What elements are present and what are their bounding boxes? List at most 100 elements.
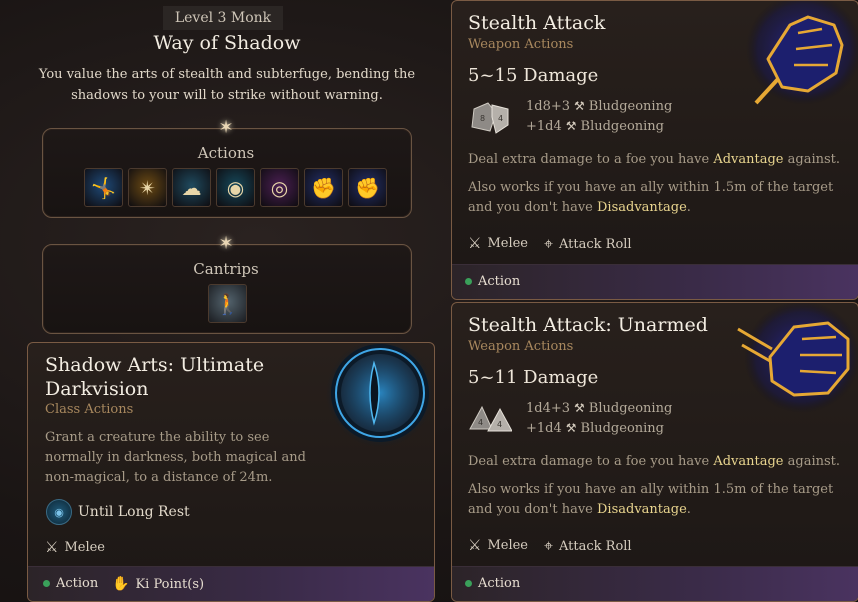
stealth-attack-unarmed-desc-2: Also works if you have an ally within 1.… xyxy=(468,480,848,520)
stealth-attack-unarmed-desc-1: Deal extra damage to a foe you have Adva… xyxy=(468,452,848,472)
subclass-description: You value the arts of stealth and subter… xyxy=(38,67,416,103)
stealth-attack-subtitle: Weapon Actions xyxy=(468,37,574,52)
dice-line: 1d4+3 ⚒ Bludgeoning xyxy=(526,398,672,418)
desc-text: . xyxy=(686,200,691,215)
range-label: Melee xyxy=(64,539,106,555)
shadow-arts-description: Grant a creature the ability to see norm… xyxy=(45,430,306,485)
shadow-arts-footer: Action ✋ Ki Point(s) xyxy=(28,566,434,601)
subclass-title: Way of Shadow xyxy=(153,32,301,54)
range-row: ⚔ Melee xyxy=(468,536,528,554)
duration-label: Until Long Rest xyxy=(78,504,190,520)
bludgeoning-icon: ⚒ xyxy=(565,421,577,435)
action-dot-icon xyxy=(465,278,472,285)
long-rest-icon: ◉ xyxy=(46,499,72,525)
stealth-attack-desc-2: Also works if you have an ally within 1.… xyxy=(468,178,848,218)
crosshair-icon: ⌖ xyxy=(544,536,554,555)
pass-without-trace-icon[interactable]: ◎ xyxy=(260,168,299,207)
action-cost: Action xyxy=(465,576,520,591)
dice-line: 1d8+3 ⚒ Bludgeoning xyxy=(526,96,672,116)
shadow-arts-tooltip: Shadow Arts: Ultimate Darkvision Class A… xyxy=(27,342,435,602)
stealth-attack-unarmed-subtitle: Weapon Actions xyxy=(468,339,574,354)
damage-type: Bludgeoning xyxy=(588,98,673,114)
shadow-arts-subtitle: Class Actions xyxy=(45,402,134,417)
roll-label: Attack Roll xyxy=(559,538,632,554)
action-cost: Action xyxy=(43,576,98,591)
level-badge: Level 3 Monk xyxy=(163,6,283,30)
shadow-step-icon[interactable]: 🤸 xyxy=(84,168,123,207)
stealth-attack-unarmed-icon[interactable]: ✊ xyxy=(348,168,387,207)
action-cost: Action xyxy=(465,274,520,289)
desc-text: against. xyxy=(783,454,840,469)
bludgeoning-icon: ⚒ xyxy=(574,401,585,415)
stealth-attack-icon[interactable]: ✊ xyxy=(304,168,343,207)
stealth-attack-footer: Action xyxy=(452,264,858,299)
star-divider-icon: ✶ xyxy=(218,117,234,138)
action-label: Action xyxy=(56,576,99,591)
roll-row: ⌖ Attack Roll xyxy=(544,234,632,254)
dice-icon: 8 4 xyxy=(471,102,509,134)
dice-formula: 1d4+3 xyxy=(526,400,571,416)
crosshair-icon: ⌖ xyxy=(544,234,554,253)
bludgeoning-icon: ⚒ xyxy=(565,119,577,133)
roll-row: ⌖ Attack Roll xyxy=(544,536,632,556)
dice-formula: +1d4 xyxy=(526,118,562,134)
ki-label: Ki Point(s) xyxy=(135,576,205,592)
desc-text: Deal extra damage to a foe you have xyxy=(468,454,714,469)
action-dot-icon xyxy=(465,580,472,587)
stealth-attack-unarmed-footer: Action xyxy=(452,566,858,601)
advantage-keyword[interactable]: Advantage xyxy=(713,152,783,167)
minor-illusion-icon[interactable]: 🚶 xyxy=(208,284,247,323)
disadvantage-keyword[interactable]: Disadvantage xyxy=(597,502,687,517)
action-label: Action xyxy=(478,576,521,591)
svg-text:4: 4 xyxy=(478,418,483,427)
actions-icon-row: 🤸 ✴ ☁ ◉ ◎ ✊ ✊ xyxy=(84,168,387,207)
cantrips-label: Cantrips xyxy=(193,260,259,278)
bludgeoning-icon: ⚒ xyxy=(574,99,585,113)
fist-icon xyxy=(746,1,858,105)
range-row: ⚔ Melee xyxy=(45,538,105,556)
range-label: Melee xyxy=(487,235,529,251)
actions-label: Actions xyxy=(197,144,255,162)
shadow-arts-title: Shadow Arts: Ultimate Darkvision xyxy=(45,354,265,400)
ki-cost: ✋ Ki Point(s) xyxy=(112,576,204,592)
damage-type: Bludgeoning xyxy=(588,400,673,416)
dice-line: +1d4 ⚒ Bludgeoning xyxy=(526,418,672,438)
dice-list: 1d8+3 ⚒ Bludgeoning +1d4 ⚒ Bludgeoning xyxy=(526,96,672,136)
stealth-attack-tooltip: Stealth Attack Weapon Actions 5~15 Damag… xyxy=(451,0,858,300)
svg-text:4: 4 xyxy=(497,420,502,429)
crossed-swords-icon: ⚔ xyxy=(468,536,482,554)
flurry-icon[interactable]: ✴ xyxy=(128,168,167,207)
desc-text: Deal extra damage to a foe you have xyxy=(468,152,714,167)
action-dot-icon xyxy=(43,580,50,587)
shadow-cloud-icon[interactable]: ☁ xyxy=(172,168,211,207)
range-label: Melee xyxy=(487,537,529,553)
action-label: Action xyxy=(478,274,521,289)
damage-type: Bludgeoning xyxy=(580,420,665,436)
stealth-attack-unarmed-title: Stealth Attack: Unarmed xyxy=(468,314,708,336)
damage-type: Bludgeoning xyxy=(580,118,665,134)
dice-line: +1d4 ⚒ Bludgeoning xyxy=(526,116,672,136)
stealth-attack-unarmed-tooltip: Stealth Attack: Unarmed Weapon Actions 5… xyxy=(451,302,858,602)
advantage-keyword[interactable]: Advantage xyxy=(713,454,783,469)
ki-point-icon: ✋ xyxy=(112,576,130,592)
stealth-attack-damage: 5~15 Damage xyxy=(468,65,599,86)
desc-text: . xyxy=(686,502,691,517)
desc-text: against. xyxy=(783,152,840,167)
dice-list: 1d4+3 ⚒ Bludgeoning +1d4 ⚒ Bludgeoning xyxy=(526,398,672,438)
stealth-attack-desc-1: Deal extra damage to a foe you have Adva… xyxy=(468,150,848,170)
fist-icon xyxy=(737,303,858,413)
darkvision-eye-icon[interactable]: ◉ xyxy=(216,168,255,207)
disadvantage-keyword[interactable]: Disadvantage xyxy=(597,200,687,215)
dice-formula: 1d8+3 xyxy=(526,98,571,114)
dice-formula: +1d4 xyxy=(526,420,562,436)
duration-row: ◉ Until Long Rest xyxy=(46,499,190,525)
svg-text:4: 4 xyxy=(498,114,503,123)
darkvision-eye-icon xyxy=(326,343,434,447)
range-row: ⚔ Melee xyxy=(468,234,528,252)
stealth-attack-unarmed-damage: 5~11 Damage xyxy=(468,367,599,388)
stealth-attack-title: Stealth Attack xyxy=(468,12,606,34)
dice-icon: 4 4 xyxy=(469,405,512,432)
crossed-swords-icon: ⚔ xyxy=(45,538,59,556)
svg-text:8: 8 xyxy=(480,114,485,123)
crossed-swords-icon: ⚔ xyxy=(468,234,482,252)
